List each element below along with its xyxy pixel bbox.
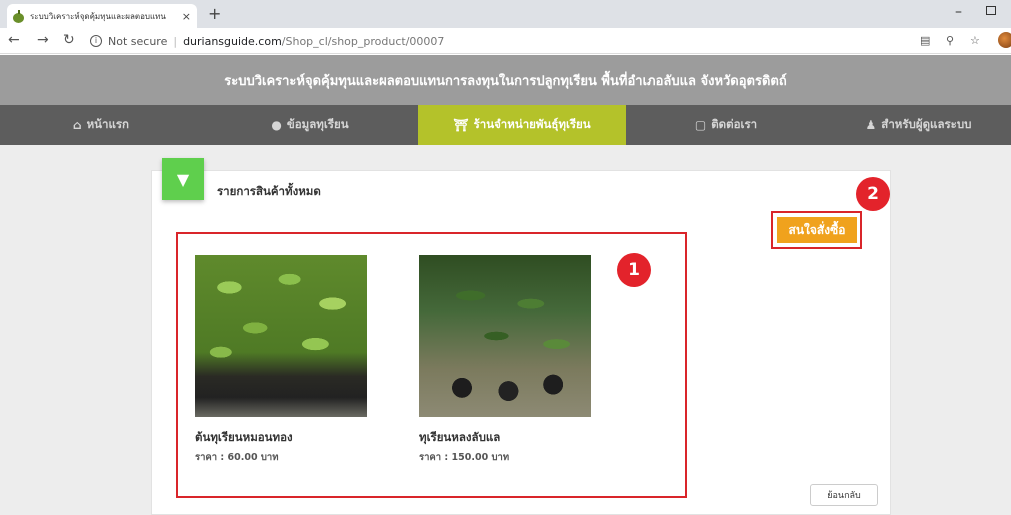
- browser-tab[interactable]: ระบบวิเคราะห์จุดคุ้มทุนและผลตอบแทน ×: [7, 4, 197, 28]
- url-host: duriansguide.com: [183, 34, 282, 48]
- minimize-icon[interactable]: –: [955, 4, 962, 20]
- nav-item-label: ติดต่อเรา: [711, 117, 758, 131]
- durian-favicon-icon: [13, 9, 24, 23]
- nav-item-label: ร้านจำหน่ายพันธุ์ทุเรียน: [473, 117, 591, 131]
- nav-item-label: สำหรับผู้ดูแลระบบ: [881, 117, 972, 131]
- bookmark-star-icon[interactable]: ☆: [970, 34, 980, 47]
- nav-item-durian-info[interactable]: ● ข้อมูลทุเรียน: [202, 105, 418, 145]
- reload-icon[interactable]: ↻: [63, 32, 75, 48]
- url-path: /Shop_cl/shop_product/00007: [281, 34, 445, 48]
- section-title: รายการสินค้าทั้งหมด: [217, 184, 321, 198]
- nav-item-label: ข้อมูลทุเรียน: [286, 117, 349, 131]
- restore-window-icon[interactable]: [986, 6, 996, 15]
- tab-close-icon[interactable]: ×: [182, 10, 191, 23]
- forward-arrow-icon[interactable]: →: [37, 32, 49, 48]
- address-bar[interactable]: i Not secure | duriansguide.com /Shop_cl…: [90, 30, 910, 52]
- new-tab-button[interactable]: +: [208, 4, 221, 23]
- browser-tabstrip: ระบบวิเคราะห์จุดคุ้มทุนและผลตอบแทน × + –: [0, 0, 1011, 28]
- zoom-icon[interactable]: ⚲: [946, 34, 954, 47]
- admin-icon: ♟: [865, 118, 877, 132]
- url-separator: |: [173, 34, 178, 48]
- info-icon[interactable]: i: [90, 35, 102, 47]
- browser-toolbar: ← → ↻ i Not secure | duriansguide.com /S…: [0, 28, 1011, 54]
- download-icon: ▼: [162, 158, 204, 200]
- nav-item-home[interactable]: ⌂ หน้าแรก: [0, 105, 202, 145]
- translate-icon[interactable]: ▤: [920, 34, 930, 47]
- tab-title: ระบบวิเคราะห์จุดคุ้มทุนและผลตอบแทน: [30, 11, 166, 21]
- nav-item-admin[interactable]: ♟ สำหรับผู้ดูแลระบบ: [826, 105, 1011, 145]
- back-button[interactable]: ย้อนกลับ: [810, 484, 878, 506]
- nav-item-label: หน้าแรก: [86, 117, 130, 131]
- chat-icon: ▢: [694, 118, 707, 132]
- highlight-box-1: [176, 232, 687, 498]
- home-icon: ⌂: [72, 118, 82, 132]
- site-header: ระบบวิเคราะห์จุดคุ้มทุนและผลตอบแทนการลงท…: [0, 55, 1011, 105]
- security-label: Not secure: [108, 34, 168, 48]
- nav-item-shop[interactable]: ⛩ ร้านจำหน่ายพันธุ์ทุเรียน: [418, 105, 626, 145]
- durian-icon: ●: [271, 118, 282, 132]
- main-navbar: ⌂ หน้าแรก ● ข้อมูลทุเรียน ⛩ ร้านจำหน่ายพ…: [0, 105, 1011, 145]
- profile-avatar[interactable]: [998, 32, 1011, 48]
- nav-item-contact[interactable]: ▢ ติดต่อเรา: [626, 105, 826, 145]
- annotation-badge-2: 2: [856, 177, 890, 211]
- site-title: ระบบวิเคราะห์จุดคุ้มทุนและผลตอบแทนการลงท…: [224, 73, 787, 89]
- shop-icon: ⛩: [453, 118, 469, 132]
- highlight-box-2: [771, 211, 862, 249]
- annotation-badge-1: 1: [617, 253, 651, 287]
- back-arrow-icon[interactable]: ←: [8, 32, 20, 48]
